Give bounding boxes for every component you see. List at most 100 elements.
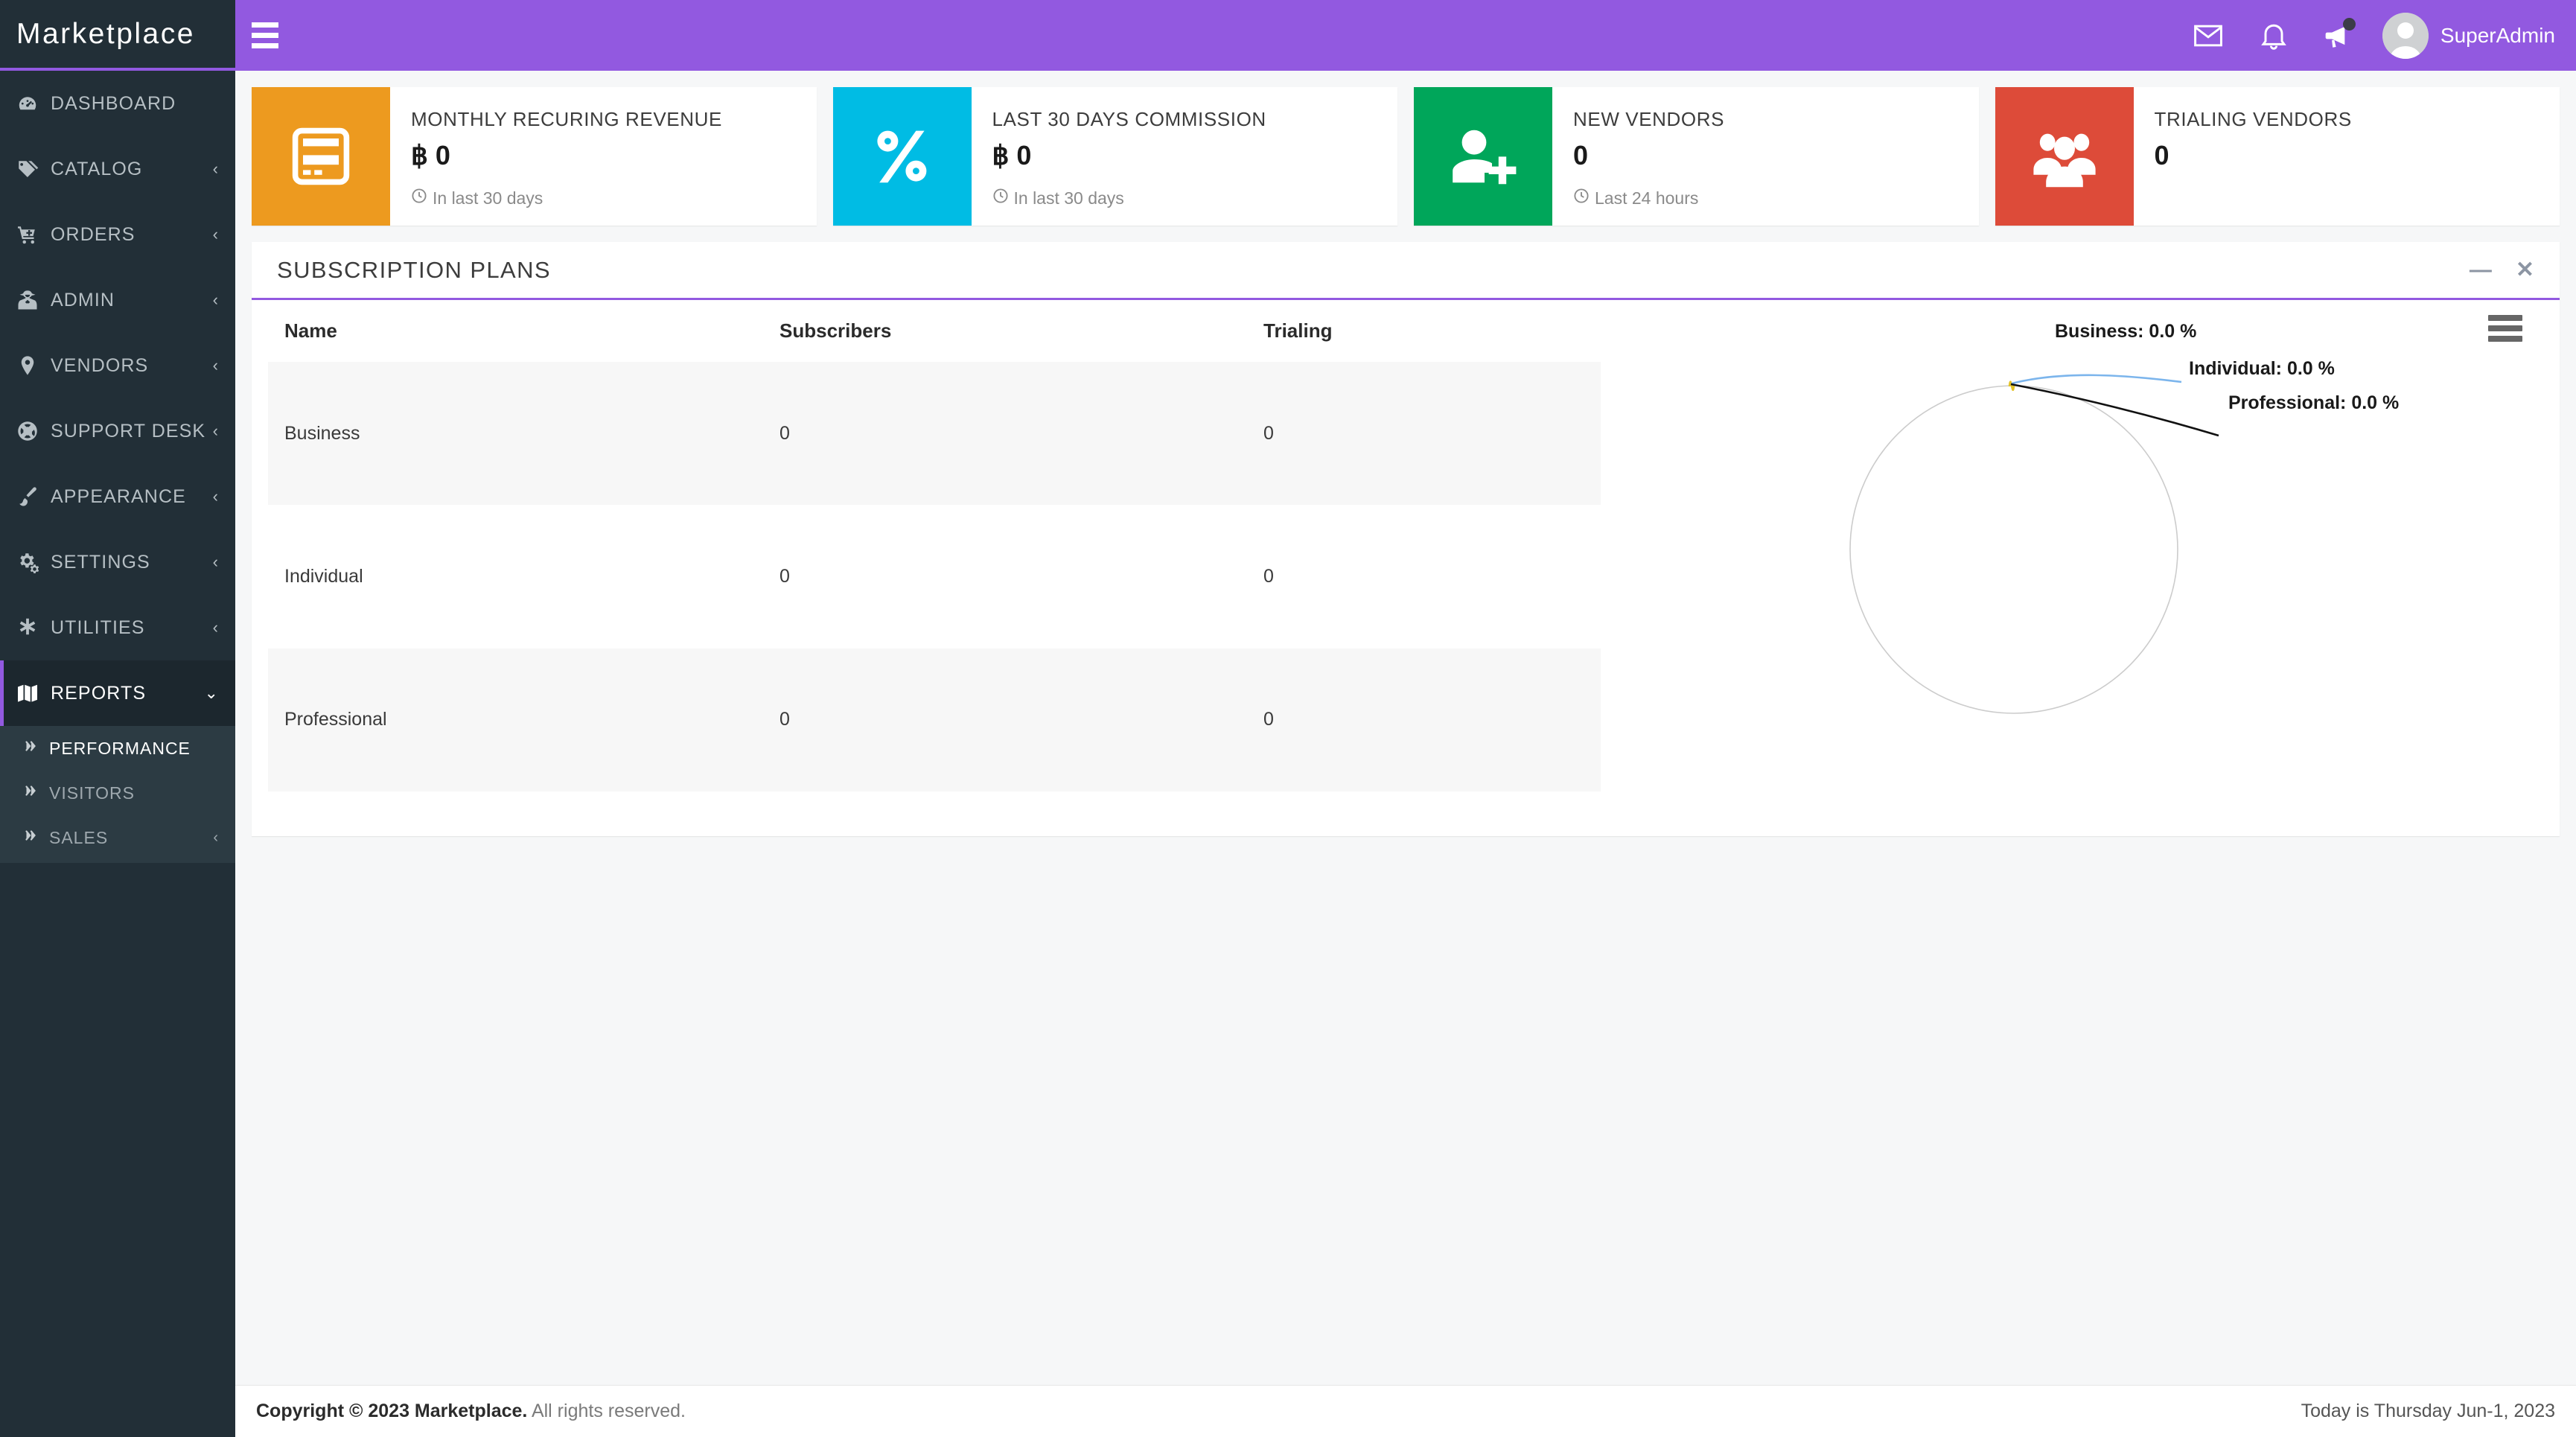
table-cell: 0: [1263, 422, 1274, 444]
subscription-pie-chart: Business: 0.0 % Individual: 0.0 % Profes…: [1601, 300, 2543, 791]
sidebar-item-utilities[interactable]: UTILITIES ‹: [0, 595, 235, 660]
chevron-icon: ‹: [212, 552, 219, 571]
chevron-icon: ‹: [212, 618, 219, 637]
copyright-rest: All rights reserved.: [527, 1401, 686, 1421]
hamburger-icon[interactable]: [252, 19, 286, 53]
table-cell: 0: [1263, 709, 1274, 730]
sidebar-nav: DASHBOARD CATALOG ‹ ORDERS ‹ ADMIN ‹ VENDORS ‹ SU…: [0, 71, 235, 726]
avatar[interactable]: [2382, 12, 2429, 59]
angle-double-right-icon: [22, 783, 49, 803]
sidebar-item-support-desk[interactable]: SUPPORT DESK ‹: [0, 398, 235, 464]
stat-card-value: 0: [1573, 140, 1589, 171]
sidebar-subitem-label: PERFORMANCE: [49, 738, 191, 758]
notification-badge-dot: [2342, 18, 2356, 31]
table-body: Business 0 0 Individual 0 0 Professional 0 0: [268, 362, 1601, 791]
table-header-cell: Trialing: [1263, 319, 1333, 342]
table-cell: 0: [780, 709, 790, 730]
table-cell: 0: [1263, 565, 1274, 587]
panel-body: Name Subscribers Trialing Business 0 0 Indivi…: [252, 300, 2560, 836]
stat-card-footer-text: In last 30 days: [433, 188, 543, 208]
sidebar-item-reports[interactable]: REPORTS ⌄: [0, 660, 235, 726]
pie-label-individual: Individual: 0.0 %: [2189, 358, 2335, 379]
stat-card-monthly-recuring-revenue[interactable]: MONTHLY RECURING REVENUE ฿ 0 In last 30 da…: [252, 87, 817, 226]
sidebar-item-settings[interactable]: SETTINGS ‹: [0, 529, 235, 595]
asterisk-icon: [16, 616, 51, 639]
table-header-cell: Subscribers: [780, 319, 892, 342]
table-row: Business 0 0: [268, 362, 1601, 506]
stat-card-body: NEW VENDORS 0 Last 24 hours: [1552, 87, 1979, 226]
subscription-plans-panel: SUBSCRIPTION PLANS — ✕ Name Subscribers Tr…: [252, 242, 2560, 836]
sidebar-item-appearance[interactable]: APPEARANCE ‹: [0, 464, 235, 529]
table-header: Name Subscribers Trialing: [268, 300, 1601, 362]
sidebar-item-vendors[interactable]: VENDORS ‹: [0, 333, 235, 398]
envelope-icon[interactable]: [2175, 0, 2241, 71]
sidebar-subitem-performance[interactable]: PERFORMANCE: [0, 726, 235, 771]
clock-icon: [992, 188, 1009, 208]
pie-empty-ring: [1849, 385, 2178, 714]
table-cell: Professional: [284, 709, 387, 730]
sidebar-item-label: ADMIN: [51, 289, 115, 310]
cogs-icon: [16, 551, 51, 573]
stat-card-value: ฿ 0: [411, 140, 450, 171]
sidebar-item-label: ORDERS: [51, 223, 136, 245]
table-row: Individual 0 0: [268, 505, 1601, 648]
stat-card-footer: In last 30 days: [411, 188, 817, 208]
sidebar-item-orders[interactable]: ORDERS ‹: [0, 202, 235, 267]
stat-card-body: TRIALING VENDORS 0: [2134, 87, 2560, 226]
clock-icon: [411, 188, 427, 208]
sidebar-subitem-visitors[interactable]: VISITORS: [0, 771, 235, 815]
stat-card-title: MONTHLY RECURING REVENUE: [411, 108, 722, 130]
bell-icon[interactable]: [2241, 0, 2306, 71]
stat-card-new-vendors[interactable]: NEW VENDORS 0 Last 24 hours: [1414, 87, 1979, 226]
sidebar-submenu-reports: PERFORMANCE VISITORS SALES ‹: [0, 726, 235, 863]
sidebar-item-label: SUPPORT DESK: [51, 420, 206, 442]
logo-area[interactable]: Marketplace: [0, 0, 235, 71]
sidebar-item-label: UTILITIES: [51, 616, 145, 638]
pie-chart-svg: [1849, 374, 2219, 714]
stat-card-title: TRIALING VENDORS: [2154, 108, 2352, 130]
stat-card-footer-text: Last 24 hours: [1595, 188, 1699, 208]
panel-header: SUBSCRIPTION PLANS — ✕: [252, 242, 2560, 300]
life-ring-icon: [16, 420, 51, 442]
stat-card-trialing-vendors[interactable]: TRIALING VENDORS 0: [1995, 87, 2560, 226]
sidebar: Marketplace DASHBOARD CATALOG ‹ ORDERS ‹ ADMI…: [0, 0, 235, 1437]
sidebar-subitem-sales[interactable]: SALES ‹: [0, 815, 235, 860]
chevron-icon: ‹: [212, 290, 219, 309]
clock-icon: [1573, 188, 1590, 208]
stat-card-title: LAST 30 DAYS COMMISSION: [992, 108, 1266, 130]
sidebar-item-admin[interactable]: ADMIN ‹: [0, 267, 235, 333]
sidebar-item-catalog[interactable]: CATALOG ‹: [0, 136, 235, 202]
stat-card-value: 0: [2154, 140, 2169, 171]
bullhorn-icon[interactable]: [2306, 0, 2372, 71]
stat-card-row: MONTHLY RECURING REVENUE ฿ 0 In last 30 da…: [252, 87, 2560, 226]
chart-export-menu-icon[interactable]: [2488, 315, 2522, 342]
subscription-plans-table: Name Subscribers Trialing Business 0 0 Indivi…: [268, 300, 1601, 791]
stat-card-last-30-days-commission[interactable]: LAST 30 DAYS COMMISSION ฿ 0 In last 30 day…: [832, 87, 1398, 226]
page-title: SUBSCRIPTION PLANS: [277, 256, 552, 283]
angle-double-right-icon: [22, 738, 49, 759]
sidebar-subitem-label: VISITORS: [49, 783, 135, 803]
stat-card-value: ฿ 0: [992, 140, 1032, 171]
map-marker-icon: [16, 354, 51, 377]
copyright-bold: Copyright © 2023 Marketplace.: [256, 1401, 528, 1421]
panel-tools: — ✕: [2470, 258, 2534, 281]
paint-brush-icon: [16, 485, 51, 508]
topbar-right-group: SuperAdmin: [2175, 0, 2576, 71]
user-name-label[interactable]: SuperAdmin: [2440, 24, 2555, 48]
close-button[interactable]: ✕: [2516, 258, 2534, 281]
angle-double-right-icon: [22, 827, 49, 848]
tags-icon: [16, 158, 51, 180]
map-icon: [16, 682, 51, 704]
pie-label-professional: Professional: 0.0 %: [2228, 392, 2400, 413]
cart-icon: [16, 223, 51, 246]
stat-card-footer: In last 30 days: [992, 188, 1398, 208]
pie-label-business: Business: 0.0 %: [2055, 321, 2197, 342]
table-cell: Business: [284, 422, 360, 444]
top-navbar: SuperAdmin: [235, 0, 2576, 71]
stat-card-body: MONTHLY RECURING REVENUE ฿ 0 In last 30 da…: [390, 87, 817, 226]
sidebar-item-dashboard[interactable]: DASHBOARD: [0, 71, 235, 136]
pie-connector-professional: [2010, 383, 2219, 437]
page-footer: Copyright © 2023 Marketplace. All rights…: [235, 1385, 2576, 1437]
stat-card-body: LAST 30 DAYS COMMISSION ฿ 0 In last 30 day…: [972, 87, 1398, 226]
minimize-button[interactable]: —: [2470, 258, 2492, 281]
